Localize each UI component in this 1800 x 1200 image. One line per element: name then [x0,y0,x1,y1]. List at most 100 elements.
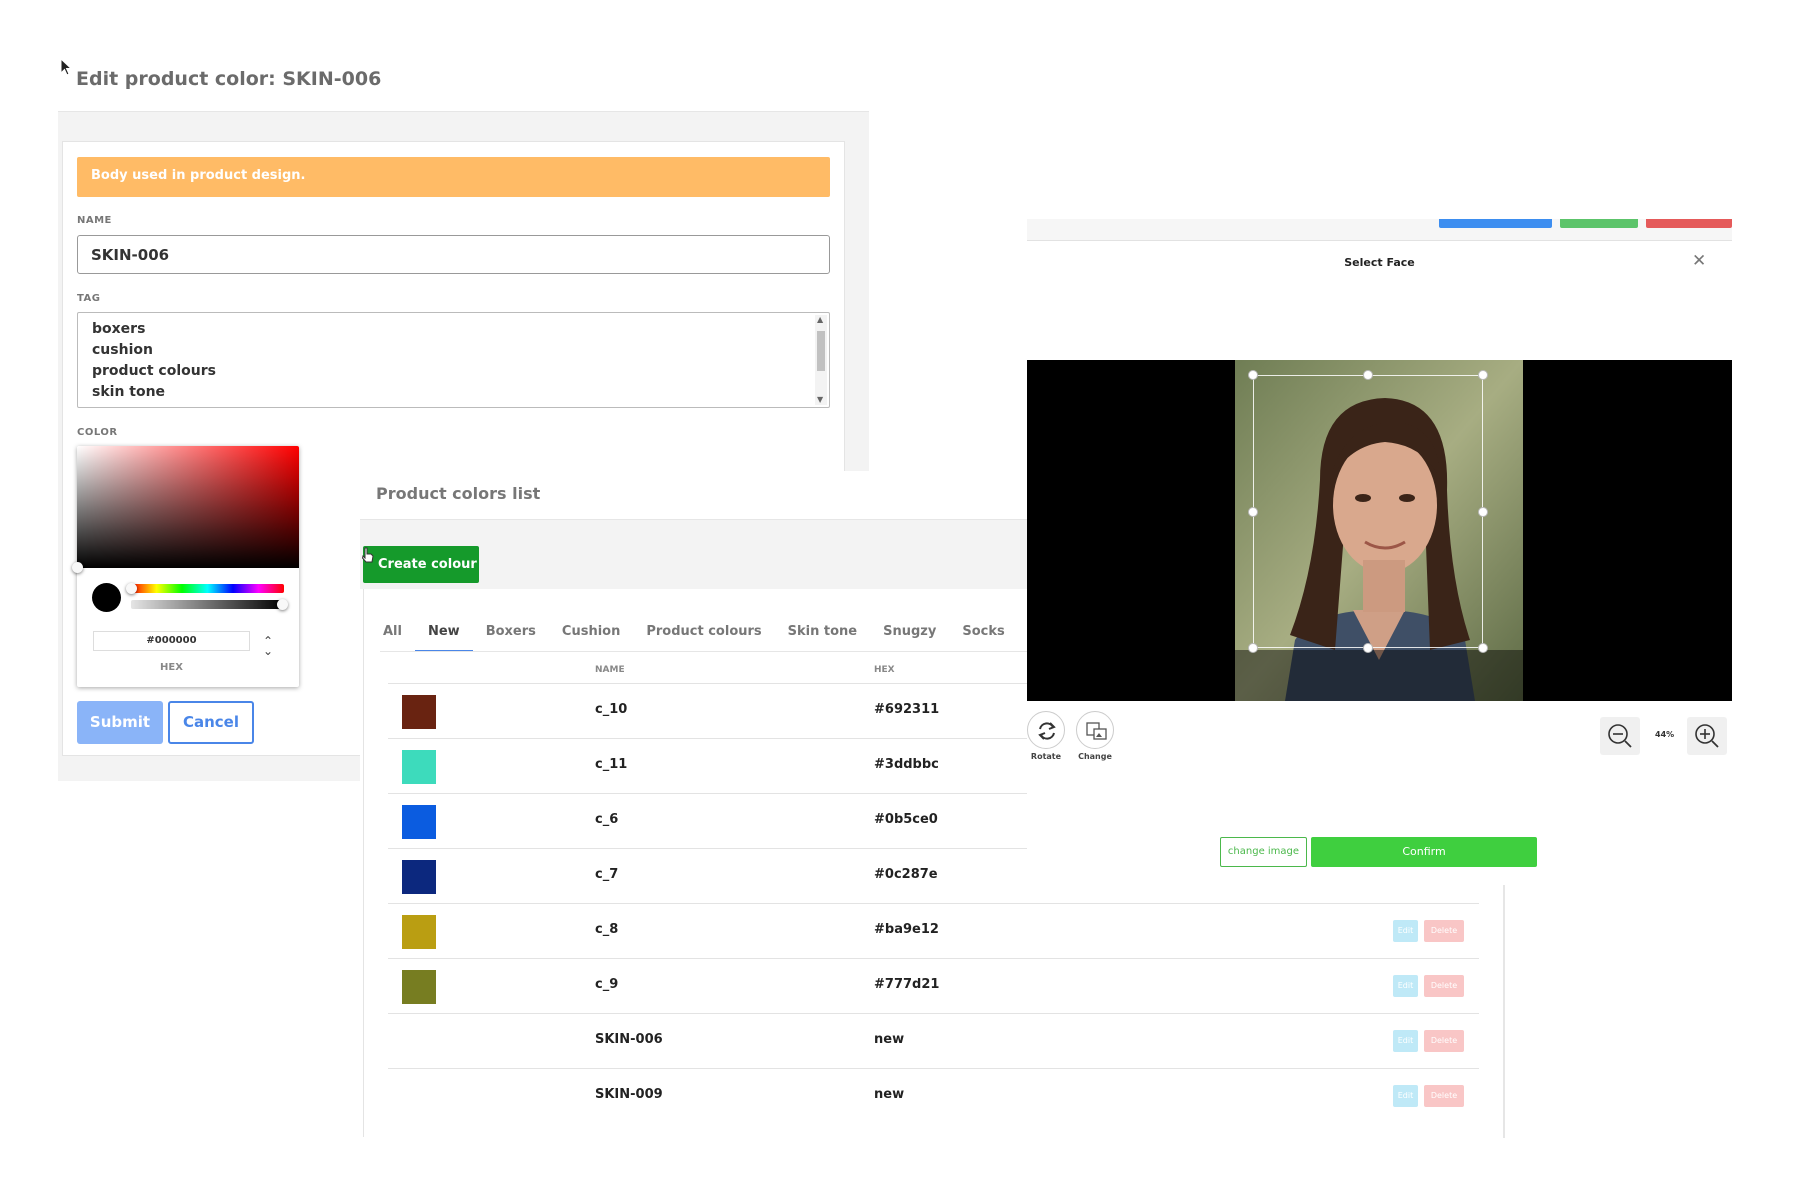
tab-new[interactable]: New [414,618,473,652]
tab-boxers[interactable]: Boxers [486,618,536,652]
delete-button[interactable]: Delete [1424,1030,1464,1052]
tab-cushion[interactable]: Cushion [562,618,620,652]
row-name: c_6 [595,812,619,827]
edit-button[interactable]: Edit [1393,1030,1418,1052]
zoom-in-button[interactable] [1687,717,1727,755]
column-header-hex: HEX [874,665,895,675]
row-name: c_11 [595,757,628,772]
rotate-label: Rotate [1030,752,1062,761]
crop-handle[interactable] [1248,643,1258,653]
format-toggle-icon[interactable]: ⌃ ⌄ [263,635,273,657]
delete-button[interactable]: Delete [1424,920,1464,942]
list-right-border [1503,880,1505,1138]
crop-handle[interactable] [1478,643,1488,653]
column-header-name: NAME [595,665,625,675]
hex-input[interactable]: #000000 [93,631,250,651]
rotate-button[interactable] [1027,711,1065,749]
background-button [1560,219,1638,228]
crop-handle[interactable] [1363,643,1373,653]
tab-product-colours[interactable]: Product colours [646,618,761,652]
row-hex: new [874,1032,905,1047]
color-preview-swatch [92,583,121,612]
tag-option[interactable]: cushion [78,340,216,361]
table-row: SKIN-006 new Edit Delete [388,1013,1479,1068]
mouse-cursor-icon [60,58,73,76]
color-swatch [402,805,436,839]
zoom-level: 44% [1655,730,1675,739]
modal-title: Select Face [1344,256,1415,269]
image-crop-area[interactable] [1027,360,1732,701]
confirm-button[interactable]: Confirm [1311,837,1537,867]
color-swatch [402,750,436,784]
edit-button[interactable]: Edit [1393,920,1418,942]
rotate-icon [1038,722,1056,740]
delete-button[interactable]: Delete [1424,975,1464,997]
background-button [1439,219,1552,228]
color-swatch [402,970,436,1004]
table-row: SKIN-009 new Edit Delete [388,1068,1479,1123]
tab-skin-tone[interactable]: Skin tone [788,618,857,652]
color-field-label: COLOR [77,427,118,438]
page-title: Edit product color: SKIN-006 [76,68,382,90]
colors-list-title: Product colors list [376,484,541,503]
background-button [1646,219,1732,228]
crop-mask [1235,650,1523,701]
saturation-area[interactable] [77,446,299,568]
crop-handle[interactable] [1478,370,1488,380]
tag-scrollbar[interactable]: ▲ ▼ [815,315,827,405]
crop-handle[interactable] [1363,370,1373,380]
change-button[interactable] [1076,711,1114,749]
color-swatch [402,695,436,729]
crop-handle[interactable] [1478,507,1488,517]
submit-button[interactable]: Submit [77,701,163,744]
row-hex: #0c287e [874,867,938,882]
row-name: SKIN-006 [595,1032,663,1047]
row-name: SKIN-009 [595,1087,663,1102]
color-picker[interactable]: #000000 HEX ⌃ ⌄ [72,446,299,687]
change-image-button[interactable]: change image [1220,837,1307,867]
row-name: c_10 [595,702,628,717]
table-row: c_9 #777d21 Edit Delete [388,958,1479,1013]
tag-option-list: boxers cushion product colours skin tone [78,319,216,403]
hue-slider[interactable] [131,584,284,593]
crop-box[interactable] [1253,375,1483,648]
row-name: c_9 [595,977,619,992]
zoom-in-icon [1695,724,1719,748]
close-icon[interactable]: ✕ [1692,251,1706,271]
row-hex: #ba9e12 [874,922,939,937]
delete-button[interactable]: Delete [1424,1085,1464,1107]
scroll-down-icon[interactable]: ▼ [817,395,823,404]
select-face-modal: Select Face ✕ Rotate Change 44% change i… [1027,219,1732,885]
row-hex: #0b5ce0 [874,812,938,827]
saturation-knob[interactable] [72,562,83,573]
crop-handle[interactable] [1248,507,1258,517]
cancel-button[interactable]: Cancel [168,701,254,744]
tag-option[interactable]: boxers [78,319,216,340]
create-colour-button[interactable]: Create colour [363,546,479,583]
tag-multiselect[interactable]: boxers cushion product colours skin tone ▲ … [77,312,830,408]
edit-button[interactable]: Edit [1393,975,1418,997]
change-label: Change [1078,752,1112,761]
tag-option[interactable]: skin tone [78,382,216,403]
edit-button[interactable]: Edit [1393,1085,1418,1107]
scroll-up-icon[interactable]: ▲ [817,315,823,324]
color-swatch [402,860,436,894]
row-hex: #777d21 [874,977,940,992]
row-name: c_8 [595,922,619,937]
tag-option[interactable]: product colours [78,361,216,382]
alpha-slider[interactable] [131,600,284,609]
hue-slider-knob[interactable] [126,583,137,594]
name-input[interactable]: SKIN-006 [77,235,830,274]
zoom-out-button[interactable] [1600,717,1640,755]
tab-socks[interactable]: Socks [962,618,1004,652]
alpha-slider-knob[interactable] [277,599,288,610]
crop-handle[interactable] [1248,370,1258,380]
tab-all[interactable]: All [383,618,402,652]
scrollbar-thumb[interactable] [817,331,825,371]
color-swatch [402,915,436,949]
row-name: c_7 [595,867,619,882]
background-toolbar [1027,219,1732,241]
image-swap-icon [1086,722,1107,740]
tab-snugzy[interactable]: Snugzy [883,618,936,652]
row-hex: #692311 [874,702,940,717]
